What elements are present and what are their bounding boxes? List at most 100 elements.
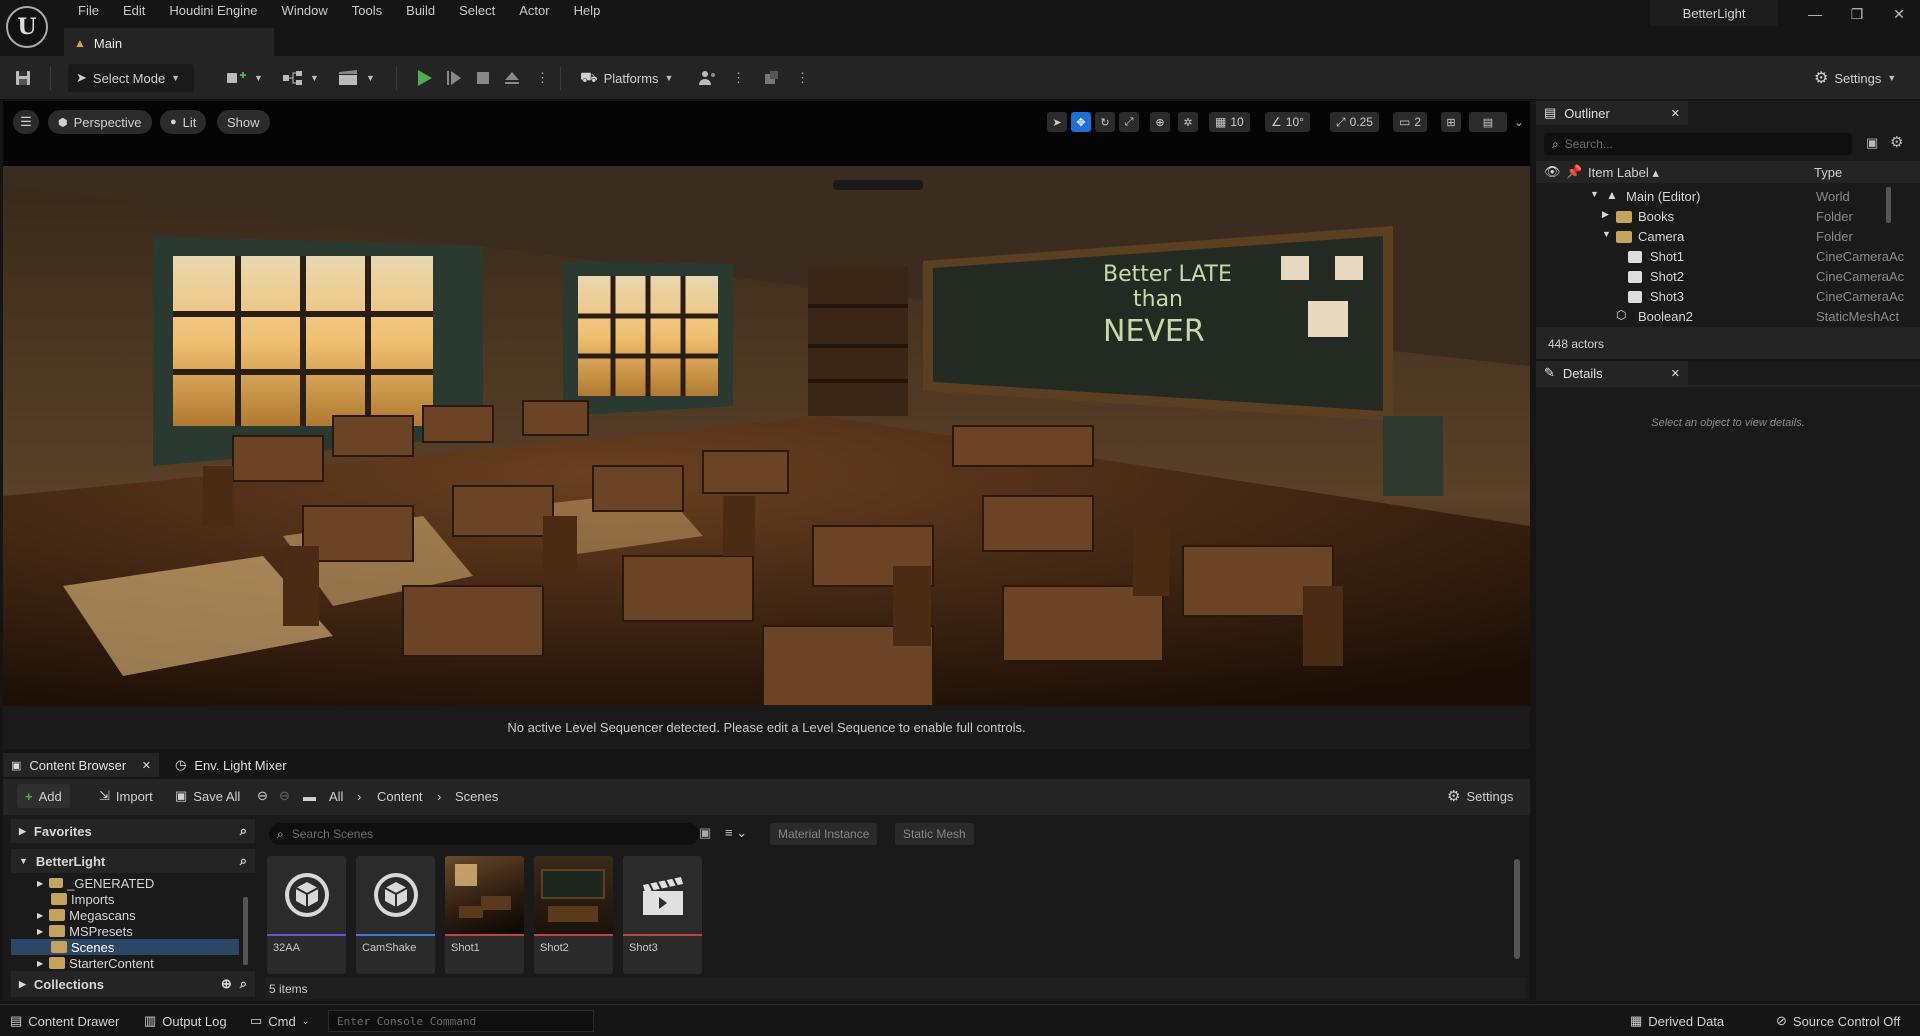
users-icon[interactable] bbox=[698, 64, 718, 92]
outliner-row-shot1[interactable]: Shot1 CineCameraAc bbox=[1536, 247, 1920, 267]
step-icon[interactable] bbox=[444, 64, 464, 92]
more-options-icon[interactable]: ⋮ bbox=[536, 64, 549, 92]
menu-help[interactable]: Help bbox=[562, 0, 613, 22]
add-button[interactable]: + Add bbox=[17, 784, 70, 808]
plugin-icon[interactable] bbox=[762, 64, 780, 92]
tab-main[interactable]: ▲ Main bbox=[64, 28, 274, 56]
scale-tool-icon[interactable]: ⤢ bbox=[1119, 112, 1139, 132]
asset-tile[interactable]: Shot3 bbox=[623, 856, 702, 974]
add-collection-icon[interactable]: ⊕ bbox=[221, 976, 232, 992]
close-icon[interactable]: ✕ bbox=[1671, 367, 1680, 380]
import-button[interactable]: ⇲ Import bbox=[99, 784, 153, 808]
outliner-search-input[interactable]: ⌕ Search... bbox=[1544, 133, 1852, 155]
filter-static-mesh[interactable]: Static Mesh bbox=[895, 823, 974, 845]
blueprints-button[interactable]: ▼ bbox=[282, 64, 319, 92]
breadcrumb-all[interactable]: All bbox=[329, 784, 343, 808]
select-tool-icon[interactable]: ➤ bbox=[1047, 112, 1067, 132]
tab-content-browser[interactable]: ▣ Content Browser ✕ bbox=[3, 753, 159, 777]
filter-material-instance[interactable]: Material Instance bbox=[770, 823, 878, 845]
select-mode-dropdown[interactable]: ➤ Select Mode ▼ bbox=[68, 64, 194, 92]
grid-snap-button[interactable]: ▦ 10 bbox=[1209, 112, 1250, 132]
minimize-icon[interactable]: — bbox=[1800, 4, 1830, 24]
scene-render[interactable]: Better LATE than NEVER bbox=[3, 166, 1530, 706]
perspective-button[interactable]: ⬢ Perspective bbox=[48, 110, 152, 134]
close-icon[interactable]: ✕ bbox=[1671, 107, 1680, 120]
translate-tool-icon[interactable]: ✥ bbox=[1071, 112, 1091, 132]
menu-edit[interactable]: Edit bbox=[111, 0, 157, 22]
viewport-layout-icon[interactable]: ▤ bbox=[1469, 112, 1507, 132]
tab-env-light-mixer[interactable]: ◷ Env. Light Mixer bbox=[167, 753, 297, 777]
tab-details[interactable]: ✎ Details ✕ bbox=[1536, 361, 1688, 385]
more-options-icon[interactable]: ⋮ bbox=[796, 64, 809, 92]
column-item-label[interactable]: Item Label ▴ bbox=[1588, 165, 1659, 181]
stop-icon[interactable] bbox=[474, 64, 492, 92]
play-icon[interactable] bbox=[414, 64, 434, 92]
hamburger-icon[interactable]: ☰ bbox=[13, 110, 39, 134]
rotate-tool-icon[interactable]: ↻ bbox=[1095, 112, 1115, 132]
tree-item-mspresets[interactable]: ▶ MSPresets bbox=[11, 923, 255, 939]
more-options-icon[interactable]: ⋮ bbox=[732, 64, 745, 92]
output-log-button[interactable]: ▥ Output Log bbox=[144, 1011, 227, 1031]
show-button[interactable]: Show bbox=[217, 110, 270, 134]
forward-icon[interactable]: ⊖ bbox=[279, 784, 290, 808]
asset-tile[interactable]: Shot2 bbox=[534, 856, 613, 974]
scale-snap-button[interactable]: ⤢ 0.25 bbox=[1330, 112, 1379, 132]
asset-tile[interactable]: CamShake bbox=[356, 856, 435, 974]
chevron-down-icon[interactable]: ⌄ bbox=[1509, 112, 1529, 132]
asset-tile[interactable]: 32AA bbox=[267, 856, 346, 974]
new-folder-icon[interactable]: ▣ bbox=[1866, 135, 1878, 151]
close-window-icon[interactable]: ✕ bbox=[1884, 4, 1914, 24]
column-type[interactable]: Type bbox=[1814, 165, 1842, 180]
tree-item-generated[interactable]: ▶ _GENERATED bbox=[11, 875, 255, 891]
gear-icon[interactable]: ⚙ bbox=[1890, 133, 1903, 151]
rotation-snap-button[interactable]: ∠ 10° bbox=[1265, 112, 1310, 132]
derived-data-button[interactable]: ▦ Derived Data bbox=[1630, 1011, 1724, 1031]
content-settings-button[interactable]: ⚙ Settings bbox=[1447, 784, 1513, 808]
surface-snap-icon[interactable]: ✲ bbox=[1178, 112, 1198, 132]
tab-outliner[interactable]: ▤ Outliner ✕ bbox=[1536, 101, 1688, 125]
cinematics-button[interactable]: ▼ bbox=[338, 64, 375, 92]
save-icon[interactable] bbox=[14, 64, 32, 92]
console-command-input[interactable]: Enter Console Command bbox=[328, 1010, 594, 1032]
settings-dropdown[interactable]: ⚙ Settings ▼ bbox=[1814, 64, 1896, 92]
lit-button[interactable]: ● Lit bbox=[160, 110, 207, 134]
menu-select[interactable]: Select bbox=[447, 0, 507, 22]
breadcrumb-scenes[interactable]: Scenes bbox=[455, 784, 498, 808]
restore-icon[interactable]: ❐ bbox=[1842, 4, 1872, 24]
add-content-button[interactable]: ▼ bbox=[226, 64, 263, 92]
back-icon[interactable]: ⊖ bbox=[257, 784, 268, 808]
menu-file[interactable]: File bbox=[66, 0, 111, 22]
search-icon[interactable]: ⌕ bbox=[240, 976, 247, 992]
outliner-row-books[interactable]: ▶ Books Folder bbox=[1536, 207, 1920, 227]
outliner-row-boolean2[interactable]: ⬡ Boolean2 StaticMeshAct bbox=[1536, 307, 1920, 327]
world-space-icon[interactable]: ⊕ bbox=[1150, 112, 1170, 132]
save-all-button[interactable]: ▣ Save All bbox=[175, 784, 240, 808]
project-section[interactable]: ▼ BetterLight ⌕ bbox=[11, 849, 255, 873]
collections-section[interactable]: ▶ Collections ⊕ ⌕ bbox=[11, 971, 255, 997]
tree-item-scenes[interactable]: Scenes bbox=[11, 939, 239, 955]
save-search-icon[interactable]: ▣ bbox=[699, 825, 711, 841]
eject-icon[interactable] bbox=[502, 64, 522, 92]
menu-actor[interactable]: Actor bbox=[507, 0, 561, 22]
layout-icon[interactable]: ⊞ bbox=[1441, 112, 1461, 132]
tree-item-imports[interactable]: Imports bbox=[11, 891, 255, 907]
source-control-button[interactable]: ⊘ Source Control Off bbox=[1776, 1011, 1900, 1031]
breadcrumb-content[interactable]: Content bbox=[377, 784, 423, 808]
expand-icon[interactable]: ▼ bbox=[1590, 189, 1599, 199]
search-icon[interactable]: ⌕ bbox=[240, 853, 247, 869]
camera-speed-button[interactable]: ▭ 2 bbox=[1393, 112, 1428, 132]
search-icon[interactable]: ⌕ bbox=[240, 823, 247, 839]
cmd-dropdown[interactable]: ▭ Cmd ⌄ bbox=[250, 1011, 309, 1031]
expand-icon[interactable]: ▶ bbox=[1602, 209, 1609, 220]
close-icon[interactable]: ✕ bbox=[142, 759, 151, 772]
menu-houdini-engine[interactable]: Houdini Engine bbox=[157, 0, 269, 22]
level-viewport[interactable]: ☰ ⬢ Perspective ● Lit Show ➤ ✥ ↻ ⤢ ⊕ ✲ ▦… bbox=[3, 101, 1530, 749]
outliner-row-shot3[interactable]: Shot3 CineCameraAc bbox=[1536, 287, 1920, 307]
outliner-scrollbar[interactable] bbox=[1886, 187, 1891, 223]
asset-tile[interactable]: Shot1 bbox=[445, 856, 524, 974]
outliner-row-camera[interactable]: ▼ Camera Folder bbox=[1536, 227, 1920, 247]
tree-item-megascans[interactable]: ▶ Megascans bbox=[11, 907, 255, 923]
unreal-logo-icon[interactable]: U bbox=[6, 6, 48, 48]
pin-icon[interactable]: 📌 bbox=[1566, 164, 1582, 180]
favorites-section[interactable]: ▶ Favorites ⌕ bbox=[11, 819, 255, 843]
